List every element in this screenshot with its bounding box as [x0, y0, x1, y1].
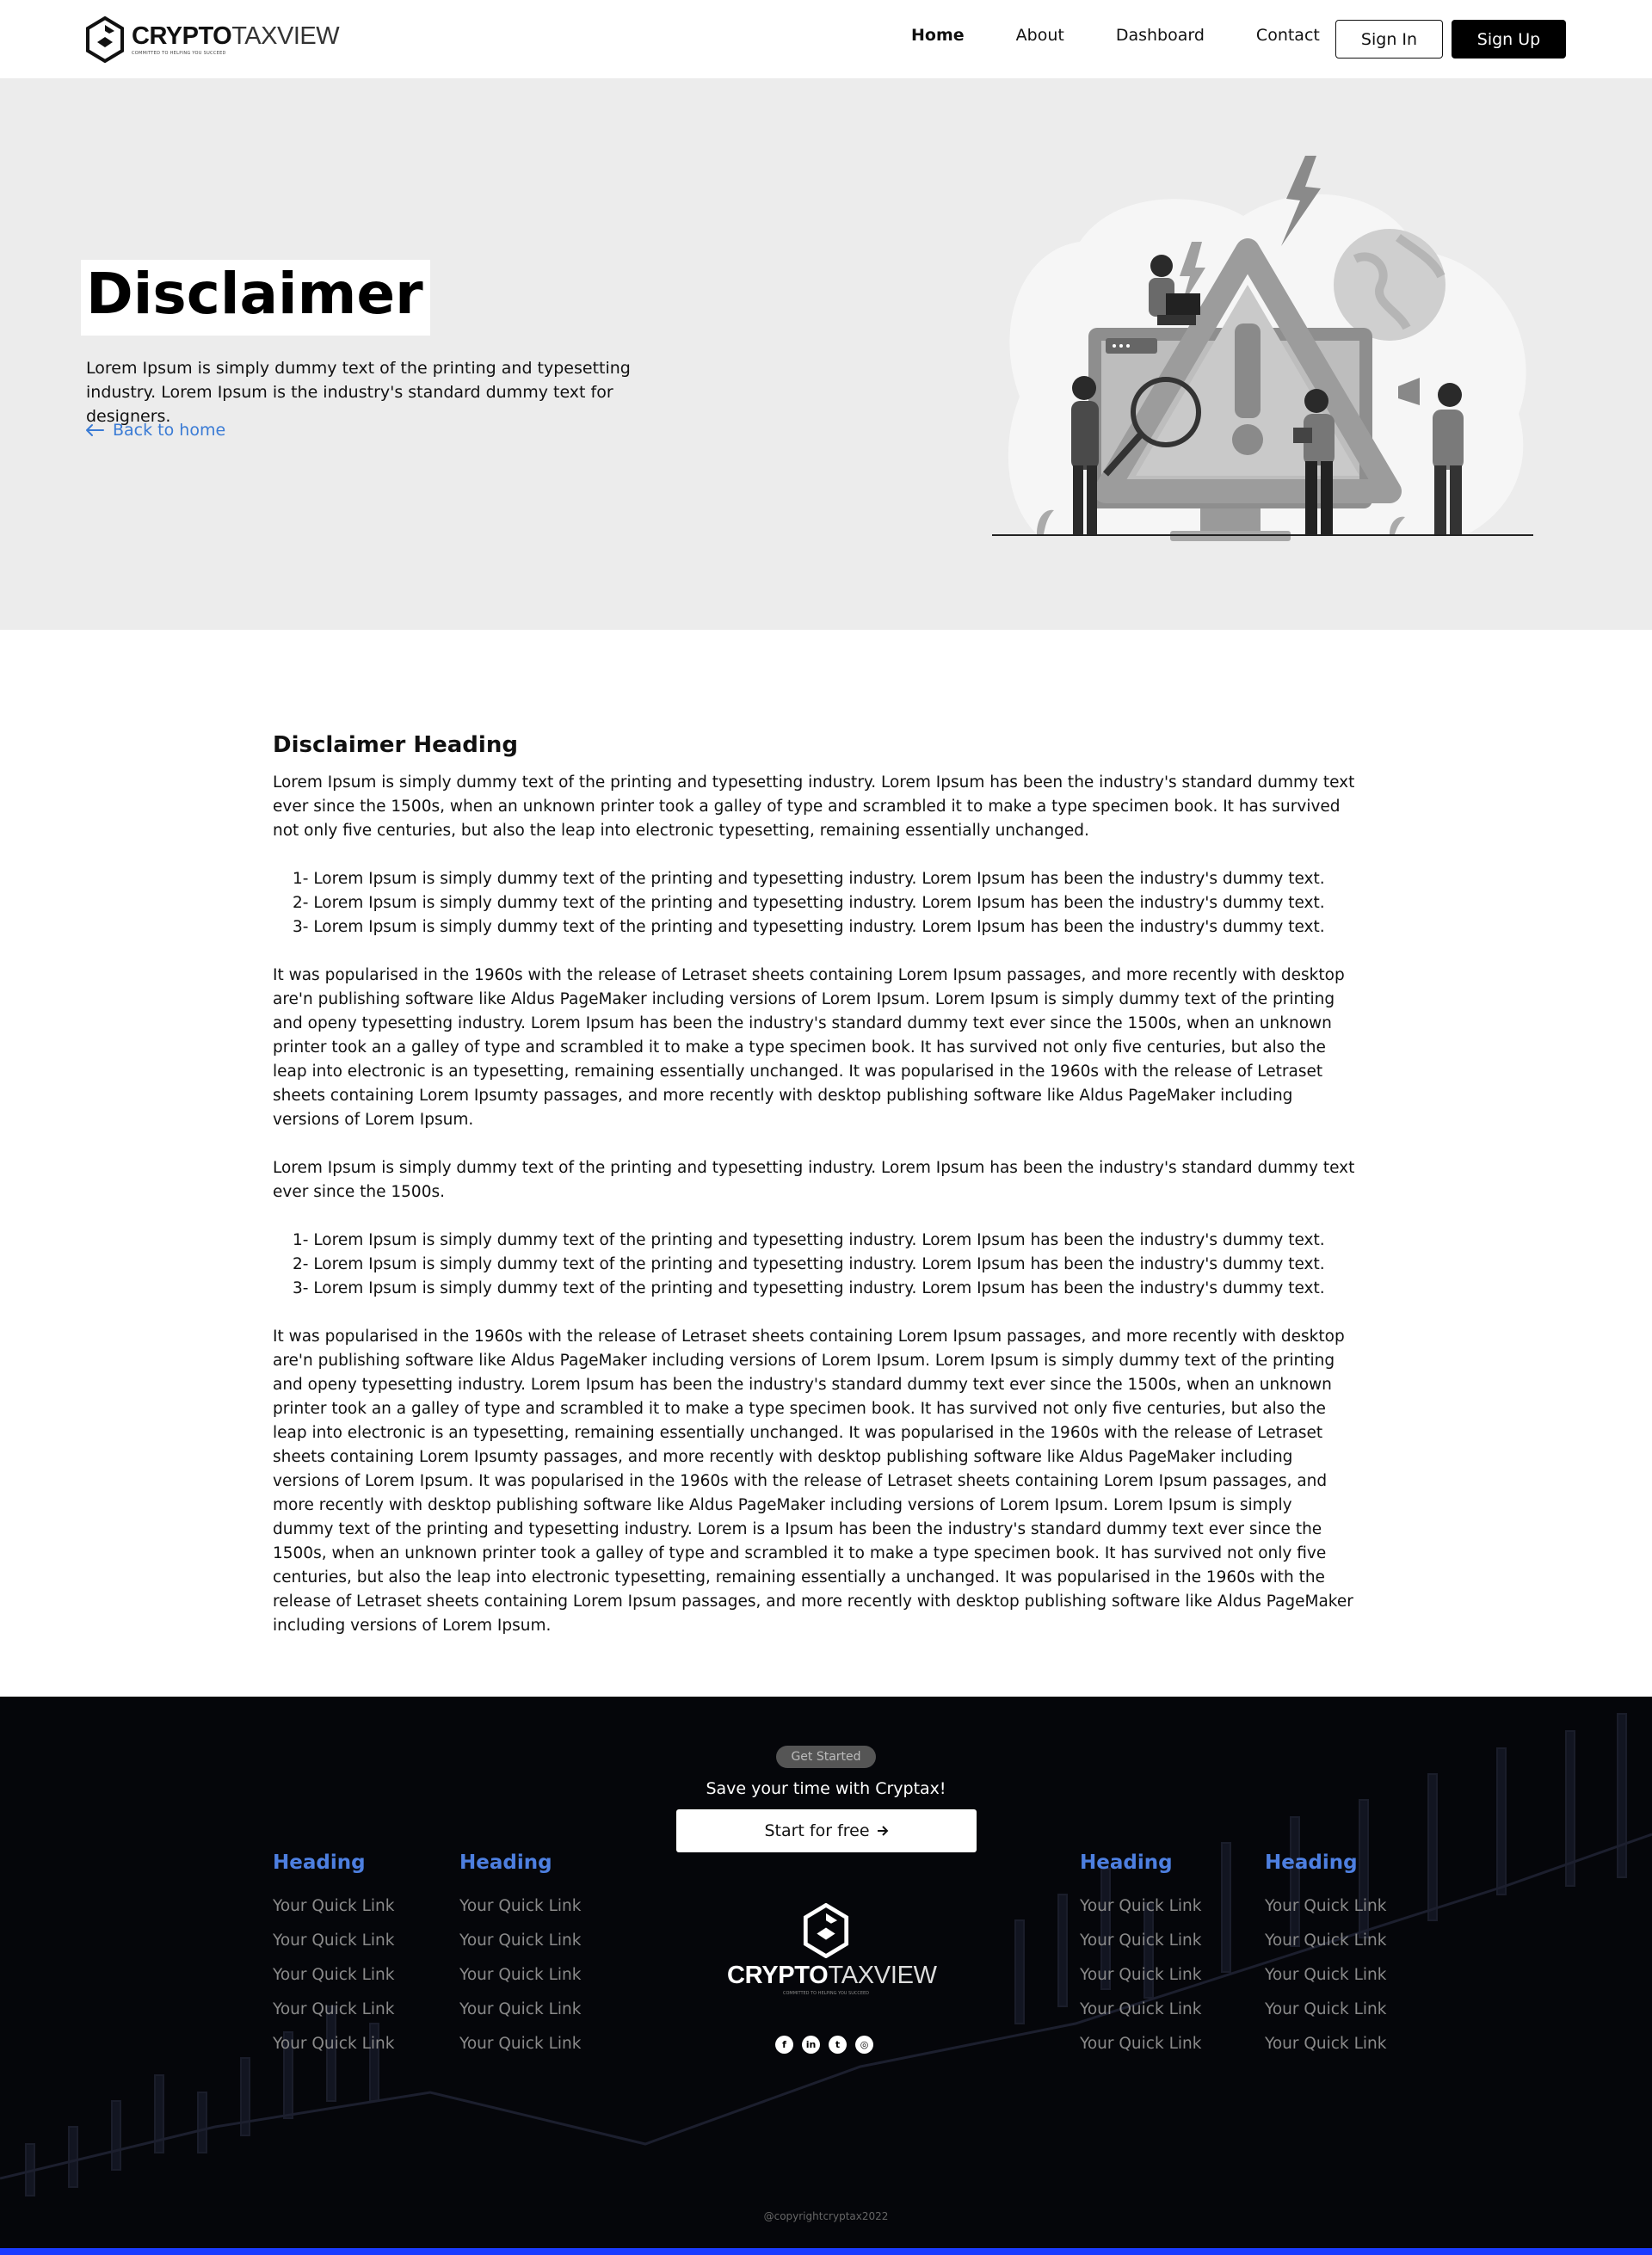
- logo-hexagon-icon: [803, 1902, 849, 1959]
- disclaimer-heading: Disclaimer Heading: [273, 732, 518, 758]
- footer-link[interactable]: Your Quick Link: [459, 1999, 581, 2034]
- bottom-accent-bar: [0, 2248, 1652, 2255]
- brand-logo[interactable]: CRYPTOTAXVIEW COMMITTED TO HELPING YOU S…: [85, 16, 340, 63]
- start-button-label: Start for free: [764, 1821, 870, 1840]
- list-item: 2- Lorem Ipsum is simply dummy text of t…: [293, 894, 1325, 912]
- footer-link[interactable]: Your Quick Link: [459, 1965, 581, 1999]
- footer-column-3: Heading Your Quick Link Your Quick Link …: [1080, 1851, 1201, 2068]
- footer-link[interactable]: Your Quick Link: [1080, 2034, 1201, 2068]
- sign-in-button[interactable]: Sign In: [1335, 20, 1443, 59]
- logo-hexagon-icon: [86, 16, 124, 63]
- paragraph-4: It was popularised in the 1960s with the…: [273, 1328, 1353, 1635]
- top-navbar: CRYPTOTAXVIEW COMMITTED TO HELPING YOU S…: [0, 0, 1652, 78]
- numbered-list-2: 1- Lorem Ipsum is simply dummy text of t…: [273, 1229, 1357, 1301]
- footer-link[interactable]: Your Quick Link: [1265, 1931, 1386, 1965]
- copyright-text: @copyrightcryptax2022: [763, 2210, 889, 2222]
- start-for-free-button[interactable]: Start for free: [676, 1809, 977, 1852]
- get-started-badge: Get Started: [776, 1746, 876, 1768]
- footer-logo-word-taxview: TAXVIEW: [828, 1962, 937, 1989]
- arrow-right-icon: [877, 1826, 888, 1836]
- social-links: f in t ◎: [775, 2036, 873, 2054]
- logo-word-crypto: CRYPTO: [132, 22, 232, 50]
- footer-link[interactable]: Your Quick Link: [273, 1931, 394, 1965]
- main-menu: Home About Dashboard Contact: [911, 26, 1320, 45]
- disclaimer-content: Disclaimer Heading Lorem Ipsum is simply…: [273, 732, 1357, 1662]
- footer-link[interactable]: Your Quick Link: [273, 2034, 394, 2068]
- footer-link[interactable]: Your Quick Link: [273, 1965, 394, 1999]
- linkedin-icon[interactable]: in: [802, 2036, 820, 2054]
- footer-link[interactable]: Your Quick Link: [1265, 1896, 1386, 1931]
- facebook-icon[interactable]: f: [775, 2036, 793, 2054]
- footer-heading: Heading: [273, 1851, 366, 1874]
- nav-about[interactable]: About: [1016, 26, 1064, 45]
- footer-link[interactable]: Your Quick Link: [1080, 1896, 1201, 1931]
- footer-link[interactable]: Your Quick Link: [273, 1896, 394, 1931]
- footer-link[interactable]: Your Quick Link: [1080, 1965, 1201, 1999]
- instagram-icon[interactable]: ◎: [855, 2036, 873, 2054]
- footer-link[interactable]: Your Quick Link: [459, 1931, 581, 1965]
- nav-contact[interactable]: Contact: [1256, 26, 1320, 45]
- nav-home[interactable]: Home: [911, 26, 965, 45]
- footer-column-1: Heading Your Quick Link Your Quick Link …: [273, 1851, 394, 2068]
- nav-dashboard[interactable]: Dashboard: [1116, 26, 1205, 45]
- paragraph-2: It was popularised in the 1960s with the…: [273, 966, 1345, 1129]
- list-item: 3- Lorem Ipsum is simply dummy text of t…: [293, 918, 1325, 936]
- hero-subtitle: Lorem Ipsum is simply dummy text of the …: [86, 359, 631, 426]
- footer-link[interactable]: Your Quick Link: [1265, 1999, 1386, 2034]
- twitter-icon[interactable]: t: [829, 2036, 847, 2054]
- paragraph-1: Lorem Ipsum is simply dummy text of the …: [273, 773, 1355, 840]
- footer-tagline: Save your time with Cryptax!: [706, 1779, 946, 1798]
- back-link-label: Back to home: [113, 421, 226, 440]
- numbered-list-1: 1- Lorem Ipsum is simply dummy text of t…: [273, 867, 1357, 940]
- back-to-home-link[interactable]: Back to home: [85, 421, 225, 440]
- footer-heading: Heading: [1080, 1851, 1173, 1874]
- list-item: 1- Lorem Ipsum is simply dummy text of t…: [293, 1231, 1325, 1249]
- list-item: 3- Lorem Ipsum is simply dummy text of t…: [293, 1279, 1325, 1297]
- footer-link[interactable]: Your Quick Link: [1080, 1931, 1201, 1965]
- paragraph-3: Lorem Ipsum is simply dummy text of the …: [273, 1159, 1355, 1201]
- list-item: 2- Lorem Ipsum is simply dummy text of t…: [293, 1255, 1325, 1273]
- footer-link[interactable]: Your Quick Link: [459, 2034, 581, 2068]
- page-title: Disclaimer: [86, 261, 423, 327]
- footer-logo-tagline: COMMITTED TO HELPING YOU SUCCEED: [782, 1991, 870, 1996]
- sign-up-button[interactable]: Sign Up: [1452, 20, 1566, 59]
- logo-tagline: COMMITTED TO HELPING YOU SUCCEED: [132, 50, 226, 56]
- footer-link[interactable]: Your Quick Link: [1265, 2034, 1386, 2068]
- list-item: 1- Lorem Ipsum is simply dummy text of t…: [293, 870, 1325, 888]
- footer-logo[interactable]: CRYPTOTAXVIEW COMMITTED TO HELPING YOU S…: [727, 1902, 937, 1996]
- footer-heading: Heading: [1265, 1851, 1358, 1874]
- footer-link[interactable]: Your Quick Link: [1080, 1999, 1201, 2034]
- footer-logo-word-crypto: CRYPTO: [727, 1962, 829, 1989]
- warning-illustration: [992, 156, 1533, 541]
- logo-word-taxview: TAXVIEW: [231, 22, 340, 50]
- hero-title-box: Disclaimer: [81, 260, 430, 336]
- footer-column-2: Heading Your Quick Link Your Quick Link …: [459, 1851, 581, 2068]
- footer-column-4: Heading Your Quick Link Your Quick Link …: [1265, 1851, 1386, 2068]
- arrow-left-icon: [86, 424, 104, 436]
- footer-link[interactable]: Your Quick Link: [273, 1999, 394, 2034]
- footer-heading: Heading: [459, 1851, 552, 1874]
- site-footer: Get Started Save your time with Cryptax!…: [0, 1697, 1652, 2255]
- hero-section: Disclaimer Lorem Ipsum is simply dummy t…: [0, 78, 1652, 630]
- footer-link[interactable]: Your Quick Link: [459, 1896, 581, 1931]
- footer-link[interactable]: Your Quick Link: [1265, 1965, 1386, 1999]
